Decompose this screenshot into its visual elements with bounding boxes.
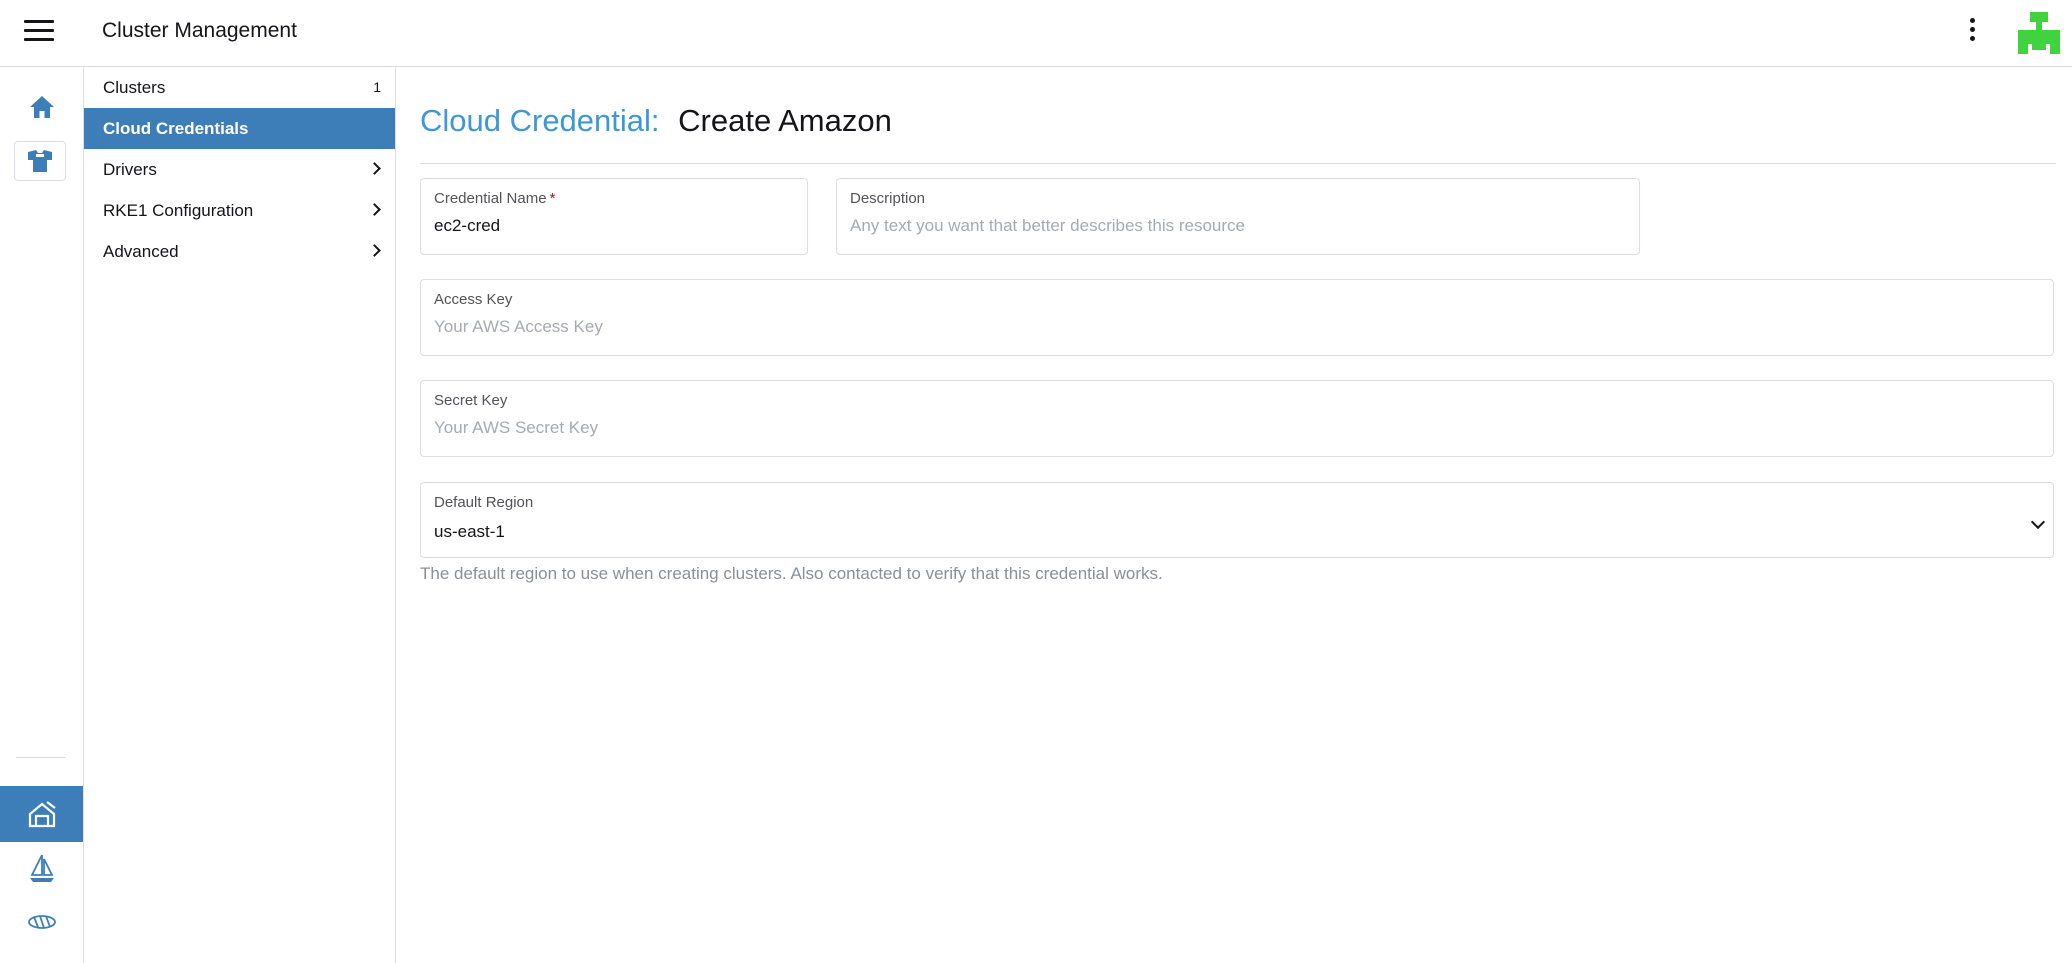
credential-name-field[interactable]: Credential Name * ec2-cred bbox=[420, 178, 808, 255]
sidebar-item-label: Clusters bbox=[103, 77, 166, 97]
sidebar-item-label: Drivers bbox=[103, 159, 157, 179]
secret-key-label: Secret Key bbox=[434, 392, 508, 409]
count-badge: 1 bbox=[373, 79, 381, 95]
sidebar-item-label: Advanced bbox=[103, 241, 179, 261]
page-title: Cloud Credential: Create Amazon bbox=[420, 103, 892, 139]
sidebar-item-cloud-credentials[interactable]: Cloud Credentials bbox=[84, 108, 395, 149]
main-content: Cloud Credential: Create Amazon Credenti… bbox=[420, 67, 2056, 963]
description-label: Description bbox=[850, 190, 926, 207]
home-icon[interactable] bbox=[0, 79, 83, 135]
cluster-management-icon[interactable] bbox=[0, 786, 83, 842]
access-key-placeholder: Your AWS Access Key bbox=[434, 317, 603, 336]
sidebar-item-label: Cloud Credentials bbox=[103, 118, 249, 138]
app-title: Cluster Management bbox=[102, 19, 297, 42]
sidebar-item-drivers[interactable]: Drivers bbox=[84, 149, 395, 190]
region-help-text: The default region to use when creating … bbox=[420, 564, 1163, 583]
chevron-right-icon bbox=[368, 162, 381, 175]
rail-divider bbox=[16, 757, 66, 758]
sidebar-item-advanced[interactable]: Advanced bbox=[84, 231, 395, 272]
sidebar-item-label: RKE1 Configuration bbox=[103, 200, 254, 220]
chevron-right-icon bbox=[368, 244, 381, 257]
breadcrumb-link[interactable]: Cloud Credential: bbox=[420, 103, 660, 138]
page-title-text: Create Amazon bbox=[678, 103, 892, 138]
default-region-select[interactable]: Default Region us-east-1 bbox=[420, 482, 2054, 558]
sidebar-item-rke1-configuration[interactable]: RKE1 Configuration bbox=[84, 190, 395, 231]
shirt-icon[interactable] bbox=[14, 141, 66, 181]
sidebar-item-clusters[interactable]: Clusters 1 bbox=[84, 67, 395, 108]
secret-key-placeholder: Your AWS Secret Key bbox=[434, 418, 599, 437]
secret-key-field[interactable]: Secret Key Your AWS Secret Key bbox=[420, 380, 2054, 457]
divider bbox=[420, 163, 2056, 164]
top-header: Cluster Management bbox=[0, 0, 2072, 67]
fleet-sailboat-icon[interactable] bbox=[0, 840, 83, 896]
avatar[interactable] bbox=[2016, 10, 2062, 56]
default-region-value: us-east-1 bbox=[434, 522, 505, 541]
description-placeholder: Any text you want that better describes … bbox=[850, 216, 1245, 235]
virtualization-icon[interactable] bbox=[0, 894, 83, 950]
access-key-label: Access Key bbox=[434, 291, 513, 308]
icon-rail bbox=[0, 67, 84, 963]
kebab-more-icon[interactable] bbox=[1965, 18, 1979, 48]
credential-name-label: Credential Name * bbox=[434, 190, 556, 207]
chevron-right-icon bbox=[368, 203, 381, 216]
side-nav: Clusters 1 Cloud Credentials Drivers RKE… bbox=[84, 67, 396, 963]
chevron-down-icon bbox=[2030, 514, 2046, 530]
description-field[interactable]: Description Any text you want that bette… bbox=[836, 178, 1640, 255]
default-region-label: Default Region bbox=[434, 494, 534, 511]
required-mark: * bbox=[549, 190, 556, 207]
access-key-field[interactable]: Access Key Your AWS Access Key bbox=[420, 279, 2054, 356]
hamburger-menu-icon[interactable] bbox=[24, 20, 54, 46]
credential-name-value: ec2-cred bbox=[434, 216, 501, 235]
